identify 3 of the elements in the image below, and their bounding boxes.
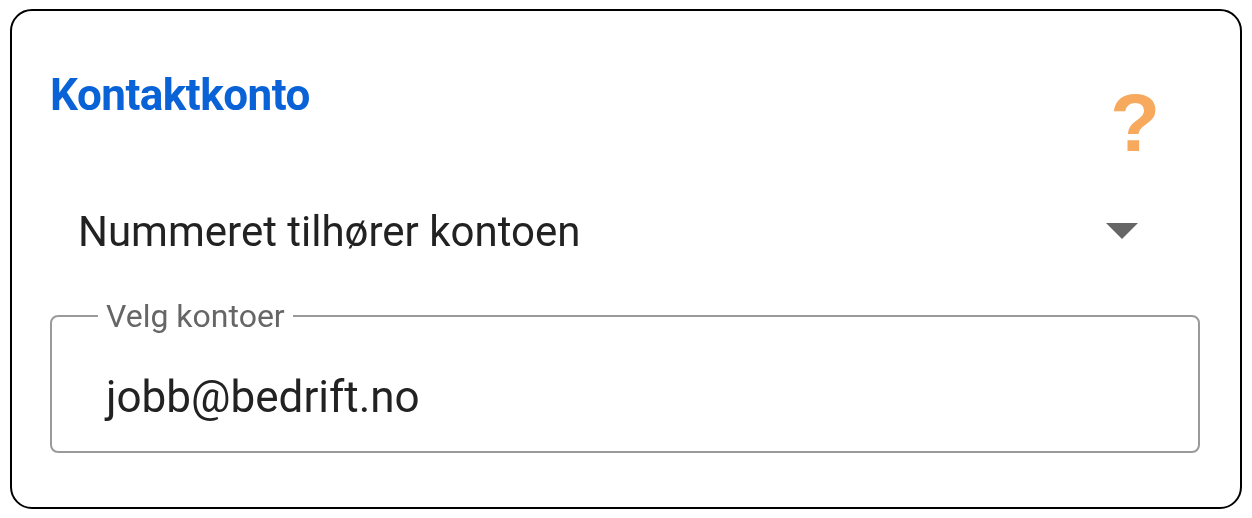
caret-icon[interactable] — [1106, 223, 1138, 239]
dropdown-value[interactable]: Nummeret tilhører kontoen — [78, 206, 581, 256]
section-title: Kontaktkonto — [50, 68, 310, 123]
